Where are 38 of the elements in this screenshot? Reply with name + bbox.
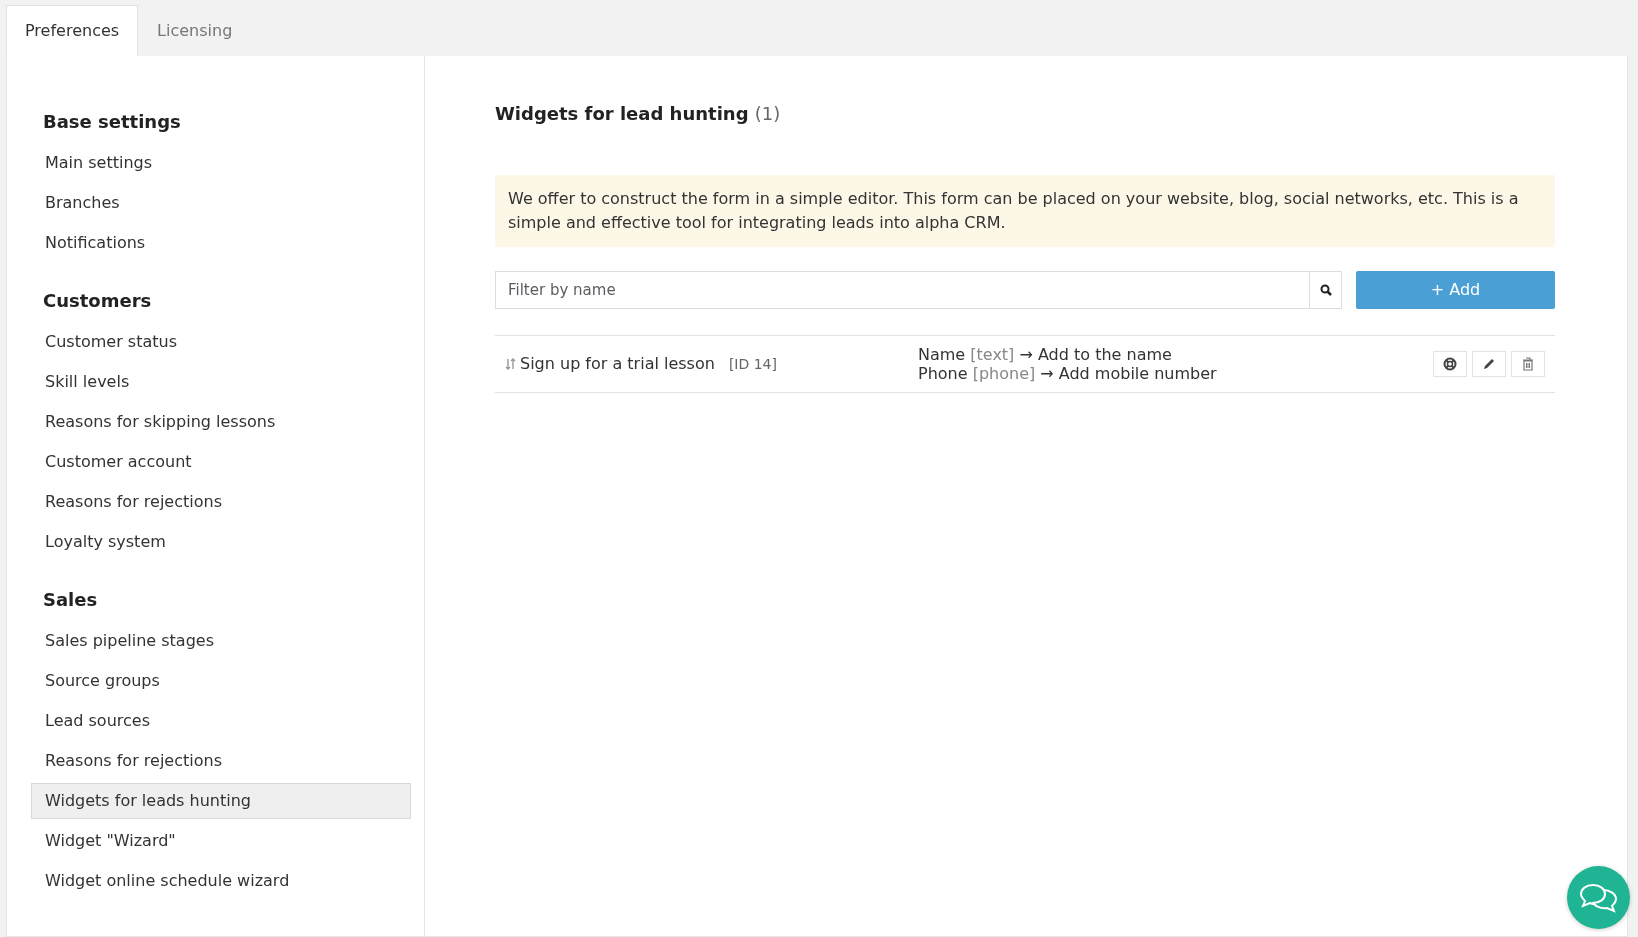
field-mapping: Phone [phone] → Add mobile number [918,364,1218,383]
sidebar-item[interactable]: Main settings [31,145,411,181]
sidebar-item[interactable]: Notifications [31,225,411,261]
tab[interactable]: Licensing [138,5,252,56]
tab[interactable]: Preferences [6,5,139,56]
sort-icon[interactable] [505,358,516,370]
sidebar-item[interactable]: Source groups [31,663,411,699]
widget-id: [ID 14] [728,354,777,374]
embed-button[interactable] [1433,351,1467,377]
section-heading: Sales [43,588,99,612]
sidebar-item[interactable]: Branches [31,185,411,221]
sidebar-item[interactable]: Loyalty system [31,524,411,560]
sidebar-item[interactable]: Customer account [31,444,411,480]
lifebuoy-icon [1443,357,1457,371]
sidebar-item[interactable]: Sales pipeline stages [31,623,411,659]
sidebar-item[interactable]: Reasons for skipping lessons [31,404,411,440]
sidebar-item[interactable]: Customer status [31,324,411,360]
count: (1) [754,103,781,124]
pencil-icon [1482,357,1496,371]
section-heading: Customers [43,289,153,313]
sidebar-item[interactable]: Lead sources [31,703,411,739]
search-icon [1319,284,1332,296]
sidebar-item[interactable]: Reasons for rejections [31,484,411,520]
sidebar-item[interactable]: Reasons for rejections [31,743,411,779]
sidebar-item[interactable]: Widget online schedule wizard [31,863,411,899]
sidebar-item[interactable]: Skill levels [31,364,411,400]
filter-field[interactable]: Filter by name [495,271,1310,309]
sidebar-item[interactable]: Widget "Wizard" [31,823,411,859]
delete-button[interactable] [1511,351,1545,377]
field-mapping: Name [text] → Add to the name [918,345,1173,364]
trash-icon [1521,357,1535,371]
section-heading: Base settings [43,110,182,134]
info-notice: We offer to construct the form in a simple editor. This form can be placed on your website, blog, social networks, etc. This is a simple and effective tool for integrating leads into alpha CRM. [495,175,1555,247]
widget-name[interactable]: Sign up for a trial lesson [520,352,715,376]
edit-button[interactable] [1472,351,1506,377]
sidebar-item[interactable]: Widgets for leads hunting [31,783,411,819]
search-button[interactable] [1310,271,1343,309]
page-title: Widgets for lead hunting (1) [495,102,782,126]
